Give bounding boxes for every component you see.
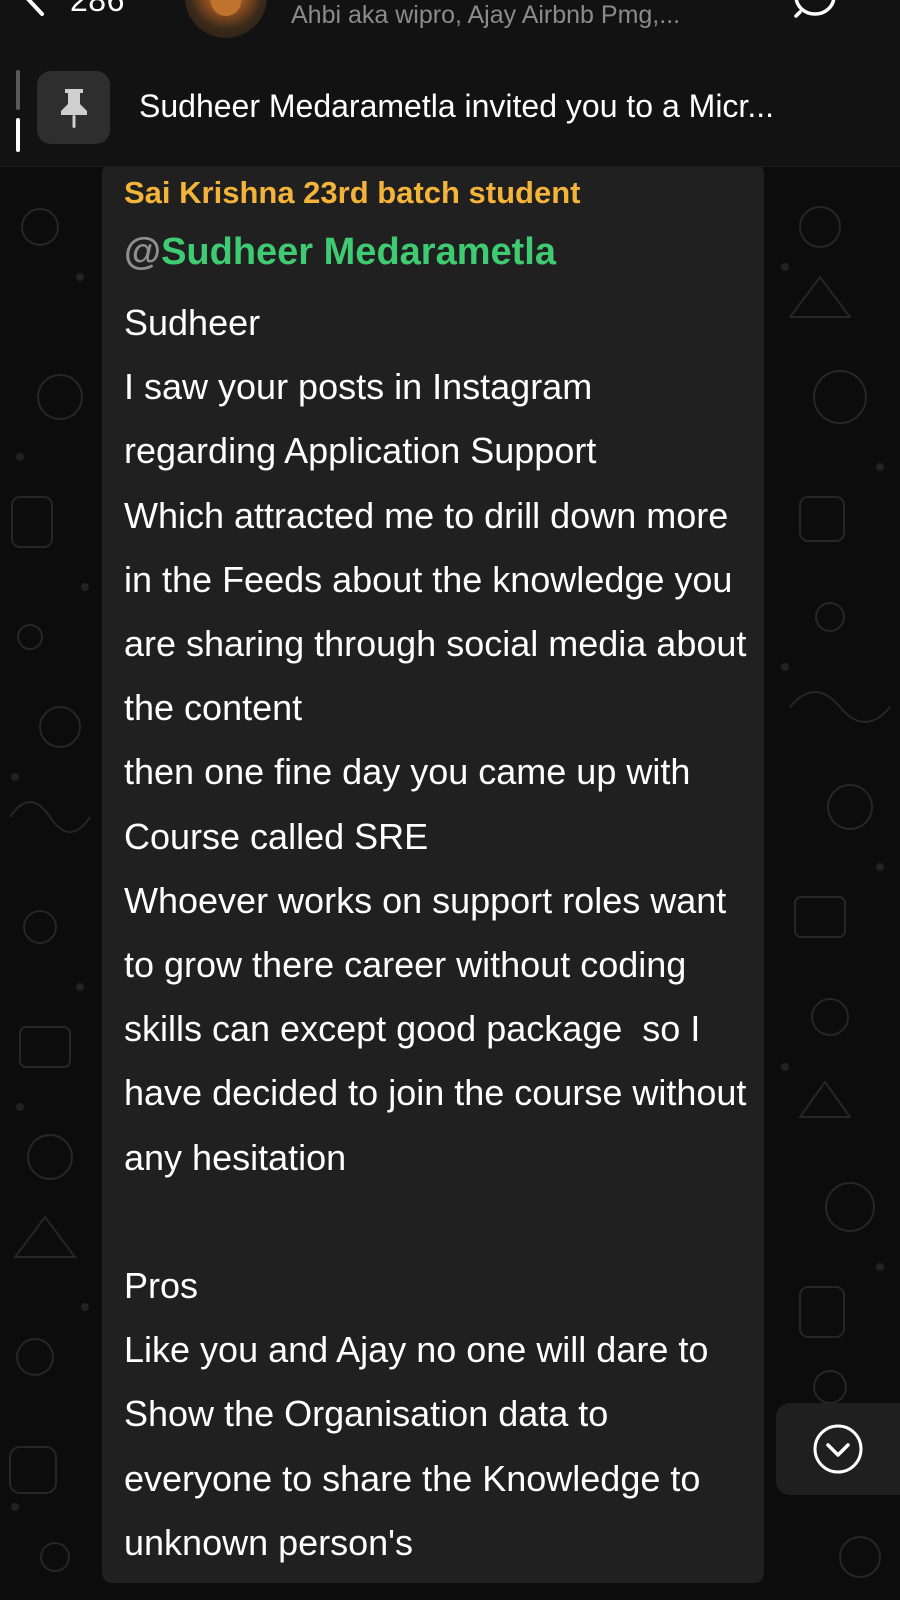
pin-icon <box>61 89 87 128</box>
pin-button[interactable] <box>37 71 110 144</box>
avatar-face <box>211 0 241 16</box>
message-text: Sudheer I saw your posts in Instagram re… <box>124 302 747 1563</box>
back-button[interactable] <box>18 0 52 16</box>
chevron-down-circle-icon <box>813 1424 863 1474</box>
sender-name[interactable]: Sai Krishna 23rd batch student <box>124 175 581 211</box>
chat-screen: 286 Ahbi aka wipro, Ajay Airbnb Pmg,... … <box>0 0 900 1600</box>
video-call-button[interactable] <box>792 0 838 18</box>
group-avatar[interactable] <box>185 0 267 38</box>
message-bubble[interactable]: Sai Krishna 23rd batch student @Sudheer … <box>102 167 764 1583</box>
group-members[interactable]: Ahbi aka wipro, Ajay Airbnb Pmg,... <box>291 1 680 30</box>
pinned-message-text[interactable]: Sudheer Medarametla invited you to a Mic… <box>139 88 859 125</box>
pinned-position-indicator <box>16 70 20 156</box>
mention[interactable]: @Sudheer Medarametla <box>124 231 556 274</box>
unread-count[interactable]: 286 <box>70 0 125 19</box>
mention-at-symbol: @ <box>124 231 162 273</box>
mention-name[interactable]: Sudheer Medarametla <box>161 231 556 273</box>
chat-messages[interactable]: Sai Krishna 23rd batch student @Sudheer … <box>0 167 900 1600</box>
chat-header: 286 Ahbi aka wipro, Ajay Airbnb Pmg,... <box>0 0 900 58</box>
chevron-left-icon <box>26 0 44 16</box>
scroll-to-bottom-button[interactable] <box>776 1403 900 1495</box>
pinned-message-bar[interactable]: Sudheer Medarametla invited you to a Mic… <box>0 58 900 167</box>
video-call-icon <box>794 0 836 18</box>
